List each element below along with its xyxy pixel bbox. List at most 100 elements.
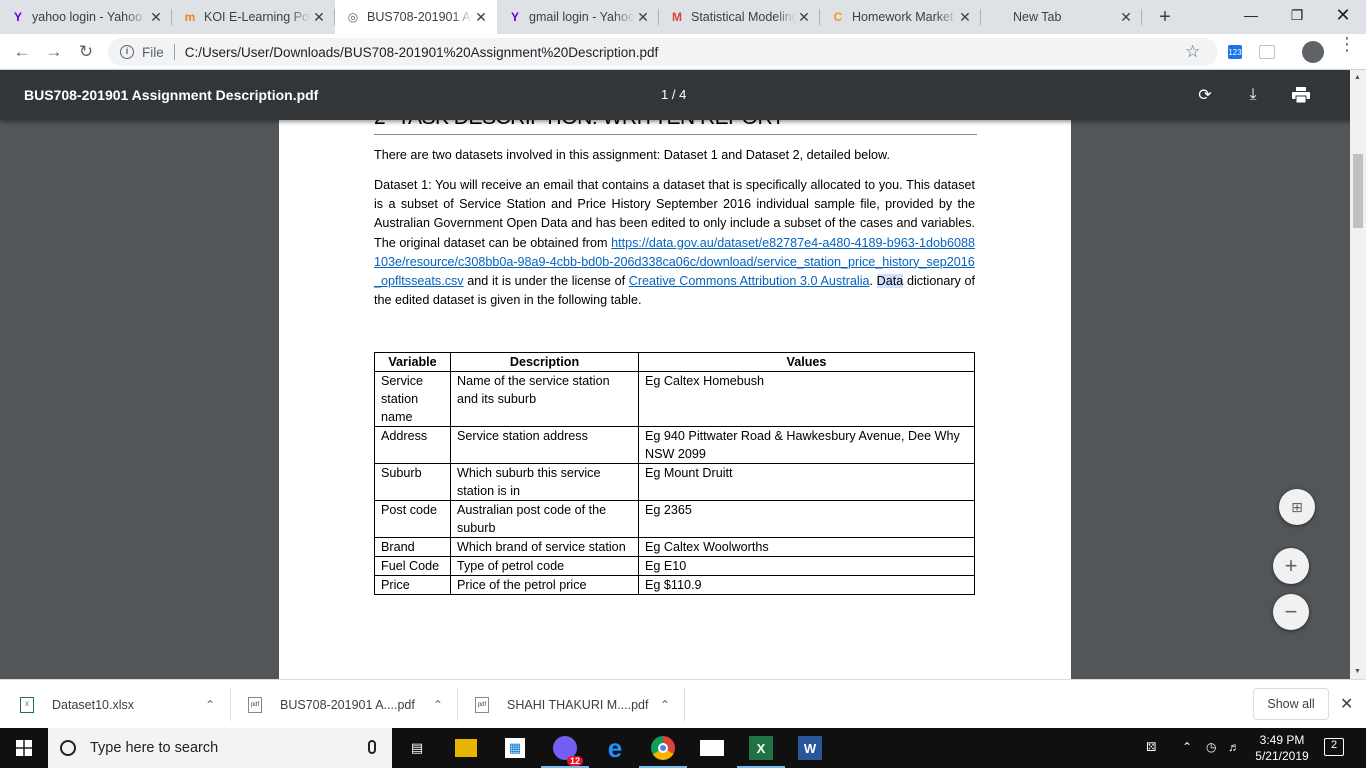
- wifi-icon[interactable]: ◷: [1206, 740, 1216, 754]
- extension-square-icon[interactable]: [1259, 45, 1275, 59]
- tab-title: KOI E-Learning Portal: [204, 10, 311, 24]
- minimize-button[interactable]: —: [1228, 0, 1274, 30]
- pdf-page: 2TASK DESCRIPTION: WRITTEN REPORT There …: [279, 120, 1071, 679]
- print-icon[interactable]: [1290, 84, 1312, 106]
- download-item[interactable]: pdf SHAHI THAKURI M....pdf ⌃: [475, 680, 670, 729]
- license-link[interactable]: Creative Commons Attribution 3.0 Austral…: [629, 274, 870, 288]
- chevron-up-icon[interactable]: ⌃: [1182, 740, 1192, 754]
- chevron-up-icon[interactable]: ⌃: [205, 698, 215, 712]
- excel-icon[interactable]: X: [737, 736, 785, 768]
- bookmark-star-icon[interactable]: ☆: [1185, 42, 1200, 62]
- people-icon[interactable]: ⚄: [1146, 740, 1156, 754]
- show-all-button[interactable]: Show all: [1253, 688, 1329, 720]
- table-cell: Eg 940 Pittwater Road & Hawkesbury Avenu…: [638, 426, 975, 464]
- tab-favicon-icon: Y: [13, 10, 22, 24]
- tab[interactable]: M Statistical Modeling ✕: [659, 0, 820, 34]
- zoom-in-button[interactable]: +: [1273, 548, 1309, 584]
- close-window-button[interactable]: ✕: [1320, 0, 1366, 30]
- chevron-up-icon[interactable]: ⌃: [433, 698, 443, 712]
- tab[interactable]: Yyahoo login - Yahoo ✕: [0, 0, 172, 34]
- tab[interactable]: New Tab ✕: [981, 0, 1142, 34]
- download-icon[interactable]: ⤓: [1242, 84, 1264, 106]
- tab-close-icon[interactable]: ✕: [635, 9, 651, 26]
- table-row: Suburb Which suburb this service station …: [374, 463, 975, 501]
- profile-avatar[interactable]: [1302, 41, 1324, 63]
- tab-close-icon[interactable]: ✕: [473, 9, 489, 26]
- pdf-file-icon: pdf: [475, 696, 489, 713]
- divider: [230, 688, 231, 721]
- table-cell: Eg Caltex Homebush: [638, 371, 975, 427]
- table-cell: Post code: [374, 500, 451, 538]
- restore-button[interactable]: ❐: [1274, 0, 1320, 30]
- section-heading: 2TASK DESCRIPTION: WRITTEN REPORT: [374, 120, 785, 130]
- store-icon[interactable]: ▦: [505, 738, 525, 758]
- tab-close-icon[interactable]: ✕: [148, 9, 164, 26]
- pdf-file-icon: pdf: [248, 696, 262, 713]
- file-explorer-icon[interactable]: [455, 739, 477, 757]
- table-cell: Price: [374, 575, 451, 595]
- table-cell: Price of the petrol price: [450, 575, 639, 595]
- tab-title: Homework Market: [852, 10, 954, 24]
- forward-button[interactable]: →: [42, 40, 66, 64]
- volume-icon[interactable]: ♬: [1228, 740, 1240, 754]
- mail-icon[interactable]: [700, 740, 724, 756]
- system-clock[interactable]: 3:49 PM 5/21/2019: [1252, 732, 1312, 764]
- close-icon[interactable]: ✕: [1340, 694, 1353, 714]
- tab-close-icon[interactable]: ✕: [1118, 9, 1134, 26]
- tab-close-icon[interactable]: ✕: [311, 9, 327, 26]
- scroll-down-icon[interactable]: ▼: [1354, 668, 1361, 675]
- table-cell: Brand: [374, 537, 451, 557]
- tab[interactable]: C Homework Market ✕: [820, 0, 981, 34]
- table-cell: Eg $110.9: [638, 575, 975, 595]
- heading-rule: [374, 134, 977, 135]
- scroll-up-icon[interactable]: ▲: [1354, 74, 1361, 81]
- intro-paragraph: There are two datasets involved in this …: [374, 148, 890, 162]
- table-cell: Address: [374, 426, 451, 464]
- url-text[interactable]: C:/Users/User/Downloads/BUS708-201901%20…: [185, 45, 659, 60]
- windows-start-icon[interactable]: [0, 728, 48, 768]
- new-tab-button[interactable]: +: [1154, 6, 1176, 28]
- download-name: BUS708-201901 A....pdf: [280, 697, 415, 712]
- info-icon[interactable]: i: [120, 45, 134, 59]
- dataset1-paragraph: Dataset 1: You will receive an email tha…: [374, 178, 976, 308]
- viber-icon[interactable]: 12: [541, 736, 589, 768]
- edge-icon[interactable]: e: [603, 733, 627, 763]
- table-cell: Eg Caltex Woolworths: [638, 537, 975, 557]
- address-bar[interactable]: i File C:/Users/User/Downloads/BUS708-20…: [108, 38, 1218, 66]
- chevron-up-icon[interactable]: ⌃: [660, 698, 670, 712]
- pdf-viewer[interactable]: 2TASK DESCRIPTION: WRITTEN REPORT There …: [0, 120, 1366, 679]
- extension-icon[interactable]: 123: [1228, 45, 1242, 59]
- tab-favicon-icon: M: [672, 10, 682, 24]
- zoom-out-button[interactable]: −: [1273, 594, 1309, 630]
- tab[interactable]: ◎ BUS708-201901 Assignment✕: [335, 0, 497, 34]
- notification-icon[interactable]: 2: [1324, 738, 1344, 756]
- tab[interactable]: m KOI E-Learning Portal✕: [172, 0, 335, 34]
- vertical-scrollbar[interactable]: ▲ ▼: [1350, 70, 1366, 679]
- table-cell: Suburb: [374, 463, 451, 501]
- tab[interactable]: Ygmail login - Yahoo ✕: [497, 0, 659, 34]
- back-button[interactable]: ←: [10, 40, 34, 64]
- fit-page-icon[interactable]: ⊞: [1279, 489, 1315, 525]
- rotate-icon[interactable]: ⟳: [1194, 84, 1216, 106]
- table-cell: Which brand of service station: [450, 537, 639, 557]
- table-header: Description: [450, 352, 639, 372]
- tab-close-icon[interactable]: ✕: [796, 9, 812, 26]
- table-cell: Eg Mount Druitt: [638, 463, 975, 501]
- divider: [457, 688, 458, 721]
- taskbar: Type here to search ▤ ▦ 12 e X W ⚄ ⌃ ◷ ♬…: [0, 728, 1366, 768]
- download-name: SHAHI THAKURI M....pdf: [507, 697, 649, 712]
- download-item[interactable]: X Dataset10.xlsx ⌃: [20, 680, 215, 729]
- microphone-icon[interactable]: [368, 740, 376, 754]
- chrome-icon[interactable]: [639, 736, 687, 768]
- table-row: Address Service station address Eg 940 Pit…: [374, 426, 975, 464]
- task-view-icon[interactable]: ▤: [405, 736, 429, 760]
- menu-dots-icon[interactable]: ⋮: [1338, 35, 1356, 53]
- taskbar-search[interactable]: Type here to search: [48, 728, 392, 768]
- reload-button[interactable]: ↻: [74, 40, 98, 64]
- download-item[interactable]: pdf BUS708-201901 A....pdf ⌃: [248, 680, 443, 729]
- table-cell: Service station name: [374, 371, 451, 427]
- word-icon[interactable]: W: [798, 736, 822, 760]
- tab-close-icon[interactable]: ✕: [957, 9, 973, 26]
- scrollbar-thumb[interactable]: [1353, 154, 1363, 228]
- download-shelf: X Dataset10.xlsx ⌃ pdf BUS708-201901 A..…: [0, 679, 1366, 728]
